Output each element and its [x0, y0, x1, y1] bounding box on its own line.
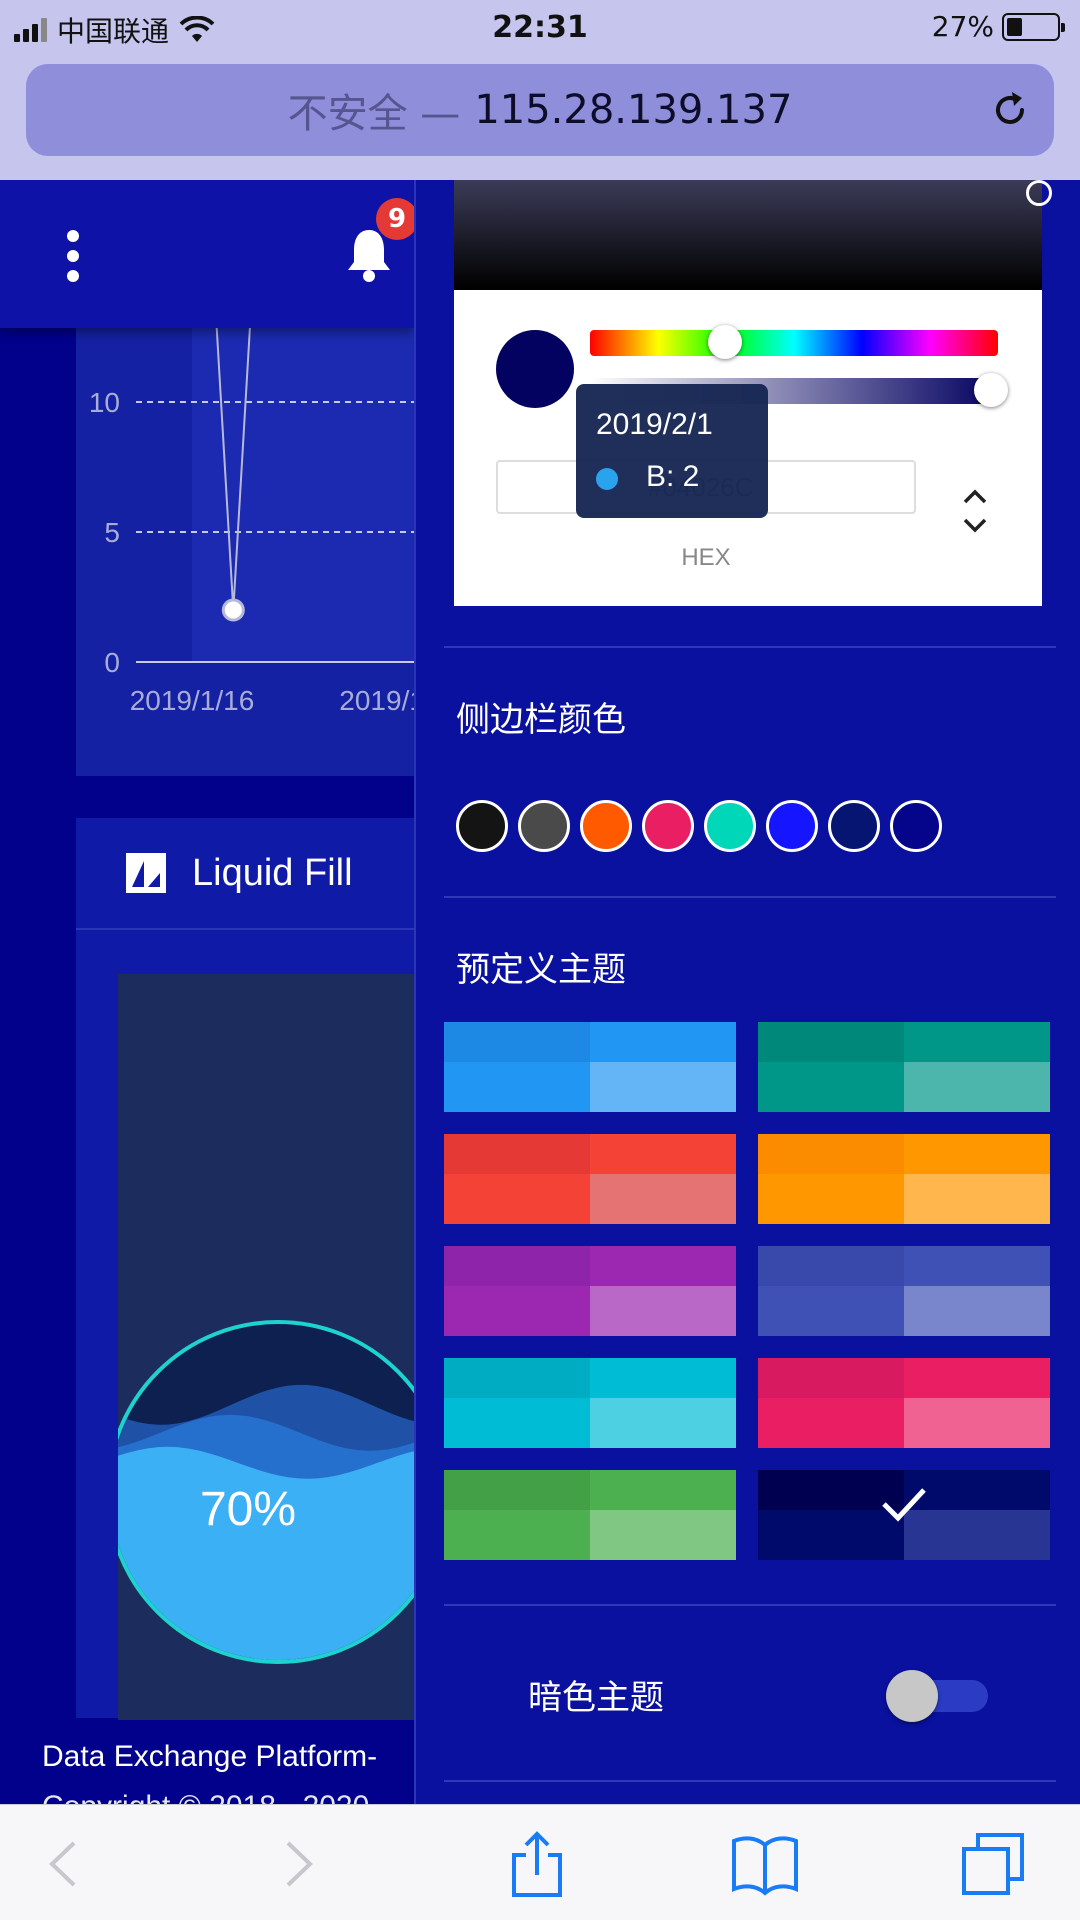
- liquid-fill-header: Liquid Fill: [76, 818, 414, 930]
- y-tick-label: 0: [104, 647, 120, 678]
- theme-settings-drawer: HEX 2019/2/1 B: 2 侧边栏颜色 预定义主题 暗色主题: [414, 180, 1080, 1804]
- status-bar: 中国联通 22:31 27%: [0, 0, 1080, 56]
- sidebar-color-swatch[interactable]: [456, 800, 508, 852]
- sidebar-color-swatch[interactable]: [766, 800, 818, 852]
- notification-badge: 9: [376, 198, 414, 240]
- sidebar-color-swatch[interactable]: [890, 800, 942, 852]
- saturation-area[interactable]: [454, 180, 1052, 290]
- sidebar-color-swatch[interactable]: [828, 800, 880, 852]
- predefined-themes-title: 预定义主题: [456, 950, 626, 990]
- footer-line-1: Data Exchange Platform-: [42, 1740, 378, 1773]
- sidebar-color-swatch[interactable]: [580, 800, 632, 852]
- liquid-fill-panel: 70%: [118, 974, 414, 1720]
- liquid-fill-title: Liquid Fill: [192, 851, 353, 894]
- alpha-slider-thumb[interactable]: [974, 373, 1008, 407]
- theme-option[interactable]: [758, 1358, 1050, 1448]
- x-tick-label: 2019/1/: [339, 685, 414, 716]
- saturation-handle[interactable]: [1026, 180, 1052, 206]
- bookmarks-icon[interactable]: [730, 1831, 800, 1897]
- theme-option[interactable]: [444, 1246, 736, 1336]
- sidebar-color-swatches: [456, 800, 942, 852]
- hex-label: HEX: [681, 544, 731, 571]
- tabs-icon[interactable]: [958, 1831, 1028, 1897]
- tooltip-date: 2019/2/1: [596, 408, 713, 441]
- url-host: 115.28.139.137: [474, 87, 793, 133]
- theme-option[interactable]: [758, 1246, 1050, 1336]
- battery-percent: 27%: [931, 10, 994, 43]
- more-menu-icon[interactable]: [66, 230, 80, 282]
- y-tick-label: 5: [104, 517, 120, 548]
- liquid-fill-percent: 70%: [199, 1483, 297, 1536]
- browser-chrome: 不安全 — 115.28.139.137: [0, 56, 1080, 180]
- share-icon[interactable]: [502, 1831, 572, 1897]
- dark-theme-label: 暗色主题: [528, 1678, 664, 1718]
- mode-switch-icon[interactable]: [960, 486, 990, 536]
- dark-theme-toggle[interactable]: [886, 1670, 990, 1722]
- check-icon: [882, 1488, 926, 1522]
- divider: [444, 646, 1056, 648]
- liquid-fill-card: Liquid Fill 70%: [76, 818, 414, 1720]
- liquid-fill-gauge: [118, 1320, 414, 1664]
- divider: [444, 896, 1056, 898]
- theme-option[interactable]: [758, 1022, 1050, 1112]
- app-header: 9: [0, 180, 414, 328]
- battery-icon: [1002, 12, 1065, 41]
- browser-toolbar: [0, 1804, 1080, 1920]
- theme-option[interactable]: [444, 1358, 736, 1448]
- sidebar-color-swatch[interactable]: [704, 800, 756, 852]
- toggle-knob[interactable]: [886, 1670, 938, 1722]
- clock: 22:31: [492, 10, 588, 45]
- forward-icon[interactable]: [260, 1831, 330, 1897]
- y-tick-label: 10: [89, 387, 120, 418]
- divider: [444, 1604, 1056, 1606]
- sidebar-color-swatch[interactable]: [642, 800, 694, 852]
- color-preview: [496, 330, 574, 408]
- theme-option[interactable]: [444, 1470, 736, 1560]
- status-bar-right: 27%: [931, 10, 1065, 43]
- insecure-label: 不安全 —: [287, 91, 461, 137]
- sidebar-color-swatch[interactable]: [518, 800, 570, 852]
- x-tick-label: 2019/1/16: [130, 685, 255, 716]
- back-icon[interactable]: [32, 1831, 102, 1897]
- footer-line-2: Copyright © 2018 - 2020: [42, 1790, 369, 1804]
- chart-tooltip: 2019/2/1 B: 2: [576, 384, 768, 518]
- reload-icon[interactable]: [988, 88, 1032, 132]
- tooltip-series-dot: [596, 468, 618, 490]
- hue-slider[interactable]: [590, 330, 998, 356]
- divider: [444, 1780, 1056, 1782]
- sidebar-color-title: 侧边栏颜色: [456, 700, 626, 740]
- tooltip-value: B: 2: [646, 460, 700, 493]
- theme-option[interactable]: [444, 1022, 736, 1112]
- data-point[interactable]: [221, 598, 245, 622]
- theme-option[interactable]: [758, 1134, 1050, 1224]
- theme-option[interactable]: [444, 1134, 736, 1224]
- address-bar[interactable]: 不安全 — 115.28.139.137: [26, 64, 1054, 156]
- chart-icon: [126, 853, 166, 893]
- dashboard-page: 9 051015 2019/1/162019/1/ Liquid Fill: [0, 180, 414, 1804]
- hue-slider-thumb[interactable]: [708, 325, 742, 359]
- theme-option[interactable]: [758, 1470, 1050, 1560]
